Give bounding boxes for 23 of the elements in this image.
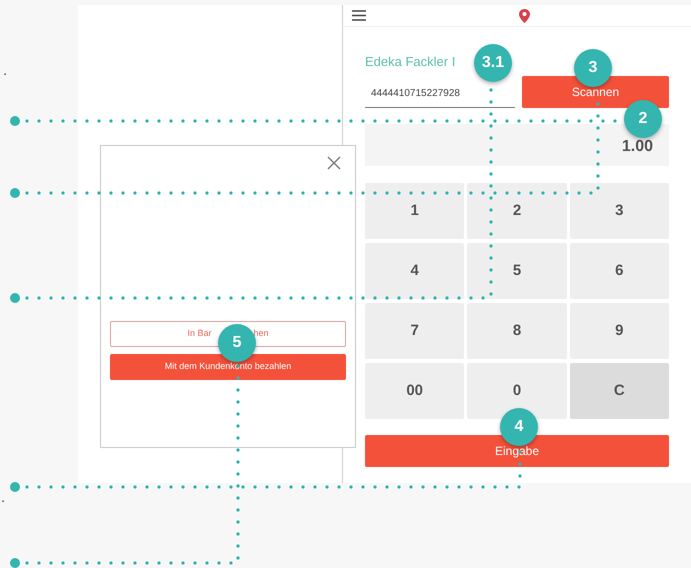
menu-icon[interactable] [352, 10, 366, 21]
keypad-key[interactable]: 8 [467, 303, 567, 359]
keypad-key[interactable]: 1 [365, 183, 464, 239]
keypad-key[interactable]: 4 [365, 243, 464, 299]
keypad-key[interactable]: 9 [570, 303, 669, 359]
keypad-key[interactable]: 7 [365, 303, 464, 359]
keypad-key[interactable]: 6 [570, 243, 669, 299]
keypad-key[interactable]: 5 [467, 243, 567, 299]
keypad-key[interactable]: 0 [467, 363, 567, 419]
scan-button[interactable]: Scannen [522, 76, 669, 108]
amount-display: 1.00 [365, 124, 669, 166]
enter-button[interactable]: Eingabe [365, 435, 669, 467]
keypad-key[interactable]: 2 [467, 183, 567, 239]
keypad-key[interactable]: 00 [365, 363, 464, 419]
account-payment-button[interactable]: Mit dem Kundenkonto bezahlen [110, 354, 346, 380]
keypad-key[interactable]: C [570, 363, 669, 419]
store-name: Edeka Fackler I [365, 55, 456, 68]
cut-text: . [1, 490, 6, 505]
cut-text: . [3, 63, 8, 78]
close-icon[interactable] [327, 156, 341, 170]
location-pin-icon [519, 8, 530, 22]
keypad-key[interactable]: 3 [570, 183, 669, 239]
card-number-field[interactable]: 4444410715227928 [365, 80, 515, 108]
